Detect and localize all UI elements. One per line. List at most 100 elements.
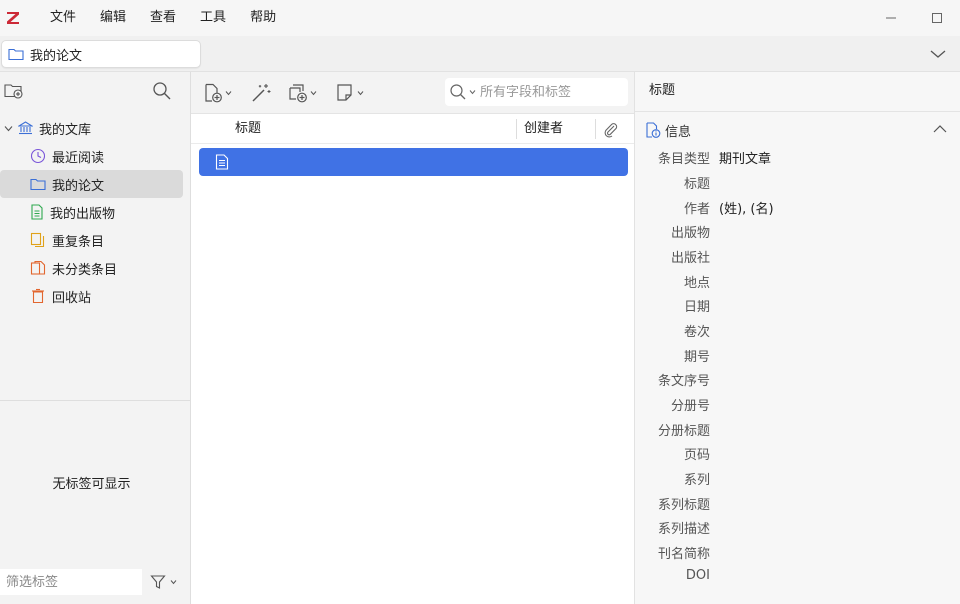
field-publisher[interactable]: 出版社 xyxy=(635,247,960,269)
chevron-down-icon[interactable] xyxy=(4,124,13,133)
tab-label: 我的论文 xyxy=(30,48,83,64)
field-title[interactable]: 标题 xyxy=(635,173,960,195)
info-section-header[interactable]: 信息 xyxy=(635,116,960,144)
field-author[interactable]: 作者 (姓), (名) xyxy=(635,198,960,220)
note-icon xyxy=(337,84,352,101)
collection-recently-read[interactable]: 最近阅读 xyxy=(0,142,183,170)
table-row[interactable] xyxy=(199,148,628,176)
tabs-menu-button[interactable] xyxy=(928,44,948,64)
field-series-title[interactable]: 系列标题 xyxy=(635,494,960,516)
field-label: 地点 xyxy=(683,276,710,291)
field-issue[interactable]: 期号 xyxy=(635,346,960,368)
field-article-number[interactable]: 条文序号 xyxy=(635,370,960,392)
menu-bar: 文件 编辑 查看 工具 帮助 xyxy=(0,0,960,36)
search-input[interactable] xyxy=(480,84,620,100)
filter-icon xyxy=(150,575,166,589)
field-volume[interactable]: 卷次 xyxy=(635,321,960,343)
tag-filter-input[interactable] xyxy=(0,569,142,595)
field-label: 刊名简称 xyxy=(657,547,710,562)
field-label: 期号 xyxy=(683,350,710,365)
caret-down-icon xyxy=(225,91,232,96)
new-note-button[interactable] xyxy=(335,80,364,106)
field-label: 作者 xyxy=(683,202,710,217)
items-pane: 标题 创建者 xyxy=(191,72,634,604)
column-attachments[interactable] xyxy=(603,120,619,138)
collection-unfiled[interactable]: 未分类条目 xyxy=(0,254,183,282)
menu-tools[interactable]: 工具 xyxy=(188,0,238,36)
field-label: 分册标题 xyxy=(657,424,710,439)
collection-search-button[interactable] xyxy=(152,81,172,105)
field-value[interactable]: 期刊文章 xyxy=(719,148,771,167)
tab-bar: 我的论文 xyxy=(0,36,960,72)
field-pages[interactable]: 页码 xyxy=(635,444,960,466)
collection-my-papers[interactable]: 我的论文 xyxy=(0,170,183,198)
column-separator[interactable] xyxy=(516,119,517,139)
menu-edit[interactable]: 编辑 xyxy=(88,0,138,36)
field-label: 系列 xyxy=(683,473,710,488)
maximize-button[interactable] xyxy=(914,0,960,36)
new-item-button[interactable] xyxy=(203,80,232,106)
field-date[interactable]: 日期 xyxy=(635,296,960,318)
clock-icon xyxy=(30,148,46,164)
minimize-button[interactable] xyxy=(868,0,914,36)
collection-label: 回收站 xyxy=(52,290,92,306)
search-icon[interactable] xyxy=(449,83,467,101)
publication-icon xyxy=(31,204,43,220)
field-section-title[interactable]: 分册标题 xyxy=(635,420,960,442)
field-journal-abbr[interactable]: 刊名简称 xyxy=(635,543,960,565)
field-doi[interactable]: DOI xyxy=(635,568,960,590)
add-by-identifier-button[interactable] xyxy=(251,80,271,106)
field-value[interactable]: (姓), (名) xyxy=(719,198,774,217)
field-label: 系列标题 xyxy=(657,498,710,513)
tab-my-papers[interactable]: 我的论文 xyxy=(1,40,201,68)
field-label: 分册号 xyxy=(670,399,710,414)
column-separator[interactable] xyxy=(595,119,596,139)
new-item-icon xyxy=(205,83,222,103)
no-tags-message: 无标签可显示 xyxy=(52,477,131,492)
field-label: 出版社 xyxy=(670,251,710,266)
new-collection-button[interactable] xyxy=(4,82,24,104)
item-pane: 标题 信息 条目类型 期刊文章 标题 作者 (姓), (名) 出版物 出版社 地点 … xyxy=(634,72,960,604)
column-creator[interactable]: 创建者 xyxy=(524,114,563,144)
new-attachment-button[interactable] xyxy=(286,80,317,106)
field-section-number[interactable]: 分册号 xyxy=(635,395,960,417)
field-series-text[interactable]: 系列描述 xyxy=(635,518,960,540)
field-item-type[interactable]: 条目类型 期刊文章 xyxy=(635,148,960,170)
collections-pane: 我的文库 最近阅读 我的论文 我的出版物 重复条目 未分类条目 回收站 无标签可… xyxy=(0,72,191,604)
field-label: 日期 xyxy=(683,300,710,315)
caret-down-icon xyxy=(310,91,317,96)
tag-selector-actions-button[interactable] xyxy=(150,571,184,593)
chevron-up-icon[interactable] xyxy=(933,124,947,134)
search-mode-caret-icon[interactable] xyxy=(469,89,476,95)
column-title[interactable]: 标题 xyxy=(235,114,261,144)
folder-icon xyxy=(30,178,46,191)
field-label: 卷次 xyxy=(683,325,710,340)
field-label: 条文序号 xyxy=(657,374,710,389)
menu-file[interactable]: 文件 xyxy=(38,0,88,36)
item-pane-header: 标题 xyxy=(635,72,960,112)
menu-view[interactable]: 查看 xyxy=(138,0,188,36)
field-label: 出版物 xyxy=(670,226,710,241)
field-label: 系列描述 xyxy=(657,522,710,537)
magic-wand-icon xyxy=(252,84,271,102)
collections-toolbar xyxy=(0,72,190,114)
collection-label: 重复条目 xyxy=(52,234,105,250)
field-publication[interactable]: 出版物 xyxy=(635,222,960,244)
search-box[interactable] xyxy=(445,78,628,106)
field-series[interactable]: 系列 xyxy=(635,469,960,491)
minimize-icon xyxy=(886,17,896,19)
collection-trash[interactable]: 回收站 xyxy=(0,282,183,310)
items-toolbar xyxy=(191,72,634,114)
collection-duplicates[interactable]: 重复条目 xyxy=(0,226,183,254)
menu-help[interactable]: 帮助 xyxy=(238,0,288,36)
field-label: 标题 xyxy=(683,177,710,192)
duplicate-icon xyxy=(30,232,45,248)
trash-icon xyxy=(32,288,44,304)
field-place[interactable]: 地点 xyxy=(635,272,960,294)
search-icon xyxy=(153,82,171,100)
collection-label: 我的论文 xyxy=(52,178,105,194)
collection-label: 我的出版物 xyxy=(50,206,116,222)
library-icon xyxy=(18,121,33,135)
my-library[interactable]: 我的文库 xyxy=(0,114,183,142)
collection-my-publications[interactable]: 我的出版物 xyxy=(0,198,183,226)
